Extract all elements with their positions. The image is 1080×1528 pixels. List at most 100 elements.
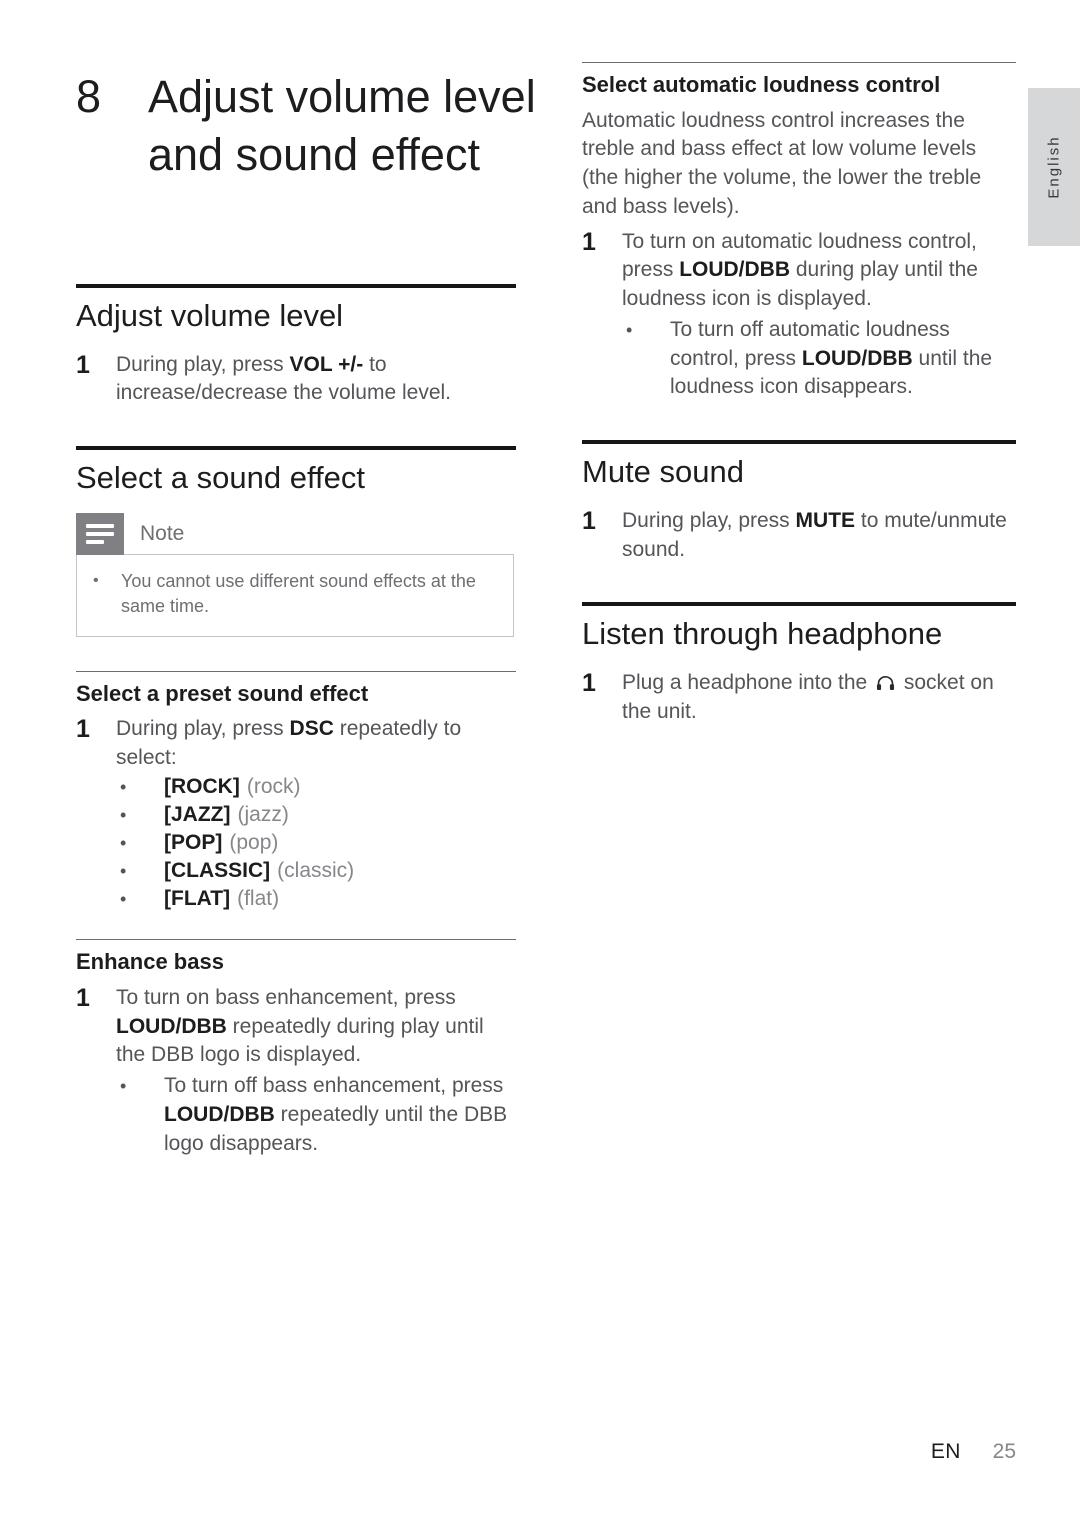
step-text-pre: During play, press	[116, 717, 290, 741]
chapter-title: Adjust volume level and sound effect	[148, 71, 536, 180]
manual-page: English 8 Adjust volume level and sound …	[0, 0, 1080, 1528]
subsection-automatic-loudness-control: Select automatic loudness control Automa…	[582, 62, 1016, 402]
preset-desc: (pop)	[229, 831, 279, 855]
bullet-marker: •	[93, 571, 99, 589]
footer-language-code: EN	[930, 1440, 961, 1463]
section-rule	[582, 602, 1016, 607]
note-header: Note	[76, 512, 514, 555]
chapter-heading: 8 Adjust volume level and sound effect	[76, 68, 546, 183]
note-bullet-item: • You cannot use different sound effects…	[93, 569, 497, 620]
preset-code: [ROCK]	[164, 774, 240, 798]
step-number: 1	[582, 668, 596, 697]
preset-desc: (flat)	[237, 887, 280, 911]
list-item: • To turn off automatic loudness control…	[622, 316, 1016, 402]
step-number: 1	[582, 506, 596, 535]
section-title: Select a sound effect	[76, 460, 365, 496]
bullet-marker: •	[120, 861, 127, 882]
bullet-marker: •	[120, 1076, 127, 1097]
list-item: • [FLAT] (flat)	[116, 885, 516, 913]
section-title: Mute sound	[582, 454, 744, 490]
step-item: 1 During play, press DSC repeatedly to s…	[76, 715, 516, 913]
right-column: Select automatic loudness control Automa…	[582, 62, 1016, 730]
key-label: LOUD/DBB	[116, 1014, 227, 1038]
preset-code: [FLAT]	[164, 887, 231, 911]
step-text-pre: During play, press	[622, 508, 796, 532]
section-rule	[582, 440, 1016, 445]
preset-desc: (rock)	[246, 774, 301, 798]
subsection-title: Select automatic loudness control	[582, 72, 941, 97]
sub-bullet-text: To turn off bass enhancement, press LOUD…	[164, 1072, 516, 1158]
headphone-icon	[876, 671, 895, 690]
step-item: 1 To turn on automatic loudness control,…	[582, 228, 1016, 403]
step-text: To turn on automatic loudness control, p…	[622, 228, 1016, 403]
section-title: Adjust volume level	[76, 298, 344, 333]
intro-paragraph: Automatic loudness control increases the…	[582, 108, 982, 218]
note-label: Note	[140, 521, 185, 545]
step-text-pre: Plug a headphone into the	[622, 670, 874, 694]
note-box: Note • You cannot use different sound ef…	[76, 512, 514, 637]
key-label: LOUD/DBB	[164, 1103, 275, 1126]
preset-list: • [ROCK] (rock) • [JAZZ] (jazz) • [POP]	[116, 773, 516, 914]
step-item: 1 During play, press VOL +/- to increase…	[76, 351, 516, 409]
list-item: • To turn off bass enhancement, press LO…	[116, 1072, 516, 1158]
section-mute-sound: Mute sound 1 During play, press MUTE to …	[582, 440, 1016, 564]
subsection-rule	[76, 939, 516, 941]
step-number: 1	[76, 983, 90, 1012]
list-item: • [ROCK] (rock)	[116, 773, 516, 801]
step-number: 1	[582, 227, 596, 256]
step-text: During play, press DSC repeatedly to sel…	[116, 715, 516, 913]
key-label: LOUD/DBB	[679, 258, 791, 282]
step-text: During play, press MUTE to mute/unmute s…	[622, 507, 1016, 565]
list-item: • [CLASSIC] (classic)	[116, 857, 516, 885]
step-item: 1 During play, press MUTE to mute/unmute…	[582, 507, 1016, 565]
preset-desc: (classic)	[277, 859, 355, 883]
bullet-marker: •	[626, 319, 633, 340]
step-text: Plug a headphone into the socket on the …	[622, 669, 1016, 727]
section-adjust-volume-level: Adjust volume level 1 During play, press…	[76, 284, 516, 408]
note-body: • You cannot use different sound effects…	[76, 553, 514, 637]
chapter-number: 8	[76, 71, 102, 122]
preset-code: [POP]	[164, 831, 223, 855]
step-item: 1 Plug a headphone into the socket on th…	[582, 669, 1016, 727]
preset-code: [CLASSIC]	[164, 859, 271, 883]
page-footer: EN 25	[0, 1440, 1016, 1464]
step-text-pre: During play, press	[116, 352, 290, 376]
subsection-rule	[582, 62, 1016, 63]
note-bullet-text: You cannot use different sound effects a…	[121, 570, 476, 617]
key-label: DSC	[289, 717, 334, 741]
bullet-marker: •	[120, 804, 127, 825]
left-column: Adjust volume level 1 During play, press…	[76, 284, 516, 1163]
language-side-tab: English	[1028, 88, 1080, 246]
step-text-pre: To turn on bass enhancement, press	[116, 985, 456, 1009]
key-label: VOL +/-	[289, 352, 364, 376]
note-lines-icon	[76, 512, 124, 555]
step-text: During play, press VOL +/- to increase/d…	[116, 351, 516, 409]
language-label: English	[1045, 135, 1063, 199]
bullet-marker: •	[120, 833, 127, 854]
section-rule	[76, 446, 516, 451]
sub-bullet-list: • To turn off bass enhancement, press LO…	[116, 1072, 516, 1158]
key-label: MUTE	[795, 508, 856, 532]
subsection-enhance-bass: Enhance bass 1 To turn on bass enhanceme…	[76, 939, 516, 1158]
subsection-title: Enhance bass	[76, 949, 224, 975]
step-item: 1 To turn on bass enhancement, press LOU…	[76, 984, 516, 1159]
sub-bullet-text: To turn off automatic loudness control, …	[670, 316, 1016, 402]
preset-code: [JAZZ]	[164, 802, 231, 826]
subsection-select-preset-sound-effect: Select a preset sound effect 1 During pl…	[76, 670, 516, 914]
subsection-rule	[76, 670, 516, 672]
list-item: • [JAZZ] (jazz)	[116, 801, 516, 829]
key-label: LOUD/DBB	[801, 346, 913, 370]
list-item: • [POP] (pop)	[116, 829, 516, 857]
step-number: 1	[76, 350, 90, 379]
bullet-marker: •	[120, 776, 127, 797]
sub-bullet-list: • To turn off automatic loudness control…	[622, 316, 1016, 402]
preset-desc: (jazz)	[237, 802, 289, 826]
bullet-marker: •	[120, 889, 127, 910]
section-select-sound-effect: Select a sound effect Note • You cannot …	[76, 446, 516, 637]
section-listen-through-headphone: Listen through headphone 1 Plug a headph…	[582, 602, 1016, 726]
